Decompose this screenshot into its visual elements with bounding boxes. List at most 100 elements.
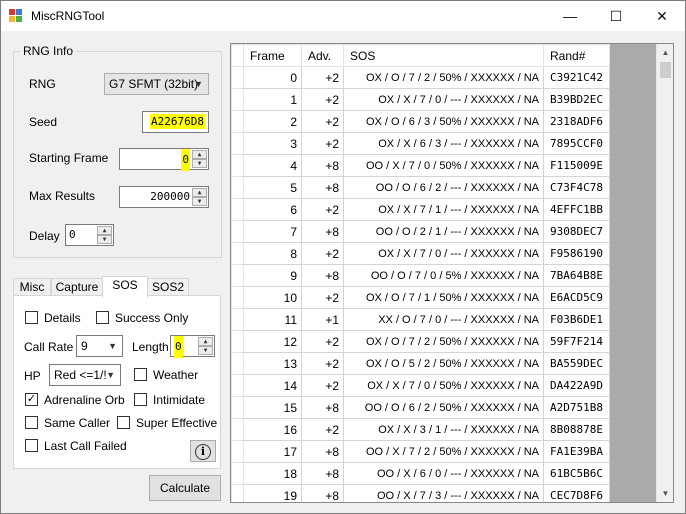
adv-cell[interactable]: +8 xyxy=(301,462,344,485)
rand-cell[interactable]: 9308DEC7 xyxy=(543,220,610,243)
adv-cell[interactable]: +2 xyxy=(301,88,344,111)
row-header-cell[interactable] xyxy=(231,440,244,463)
row-header-cell[interactable] xyxy=(231,418,244,441)
spin-up-icon[interactable]: ▲ xyxy=(198,337,213,346)
row-header-cell[interactable] xyxy=(231,242,244,265)
details-checkbox[interactable] xyxy=(25,311,38,324)
frame-cell[interactable]: 1 xyxy=(243,88,302,111)
row-header-cell[interactable] xyxy=(231,154,244,177)
frame-cell[interactable]: 7 xyxy=(243,220,302,243)
table-row[interactable]: 15 +8 OO / O / 6 / 2 / 50% / XXXXXX / NA A2… xyxy=(231,396,610,419)
table-row[interactable]: 10 +2 OX / O / 7 / 1 / 50% / XXXXXX / NA E6… xyxy=(231,286,610,309)
table-row[interactable]: 13 +2 OX / O / 5 / 2 / 50% / XXXXXX / NA BA… xyxy=(231,352,610,375)
rand-cell[interactable]: 59F7F214 xyxy=(543,330,610,353)
spin-down-icon[interactable]: ▼ xyxy=(192,159,207,168)
frame-cell[interactable]: 2 xyxy=(243,110,302,133)
table-row[interactable]: 7 +8 OO / O / 2 / 1 / --- / XXXXXX / NA 930… xyxy=(231,220,610,243)
adv-cell[interactable]: +2 xyxy=(301,242,344,265)
adv-cell[interactable]: +8 xyxy=(301,154,344,177)
table-row[interactable]: 17 +8 OO / X / 7 / 2 / 50% / XXXXXX / NA FA… xyxy=(231,440,610,463)
column-header-rand[interactable]: Rand# xyxy=(543,44,610,67)
row-header-cell[interactable] xyxy=(231,308,244,331)
rng-select[interactable]: G7 SFMT (32bit) ▼ xyxy=(104,73,209,95)
sos-cell[interactable]: OX / X / 3 / 1 / --- / XXXXXX / NA xyxy=(343,418,544,441)
frame-cell[interactable]: 8 xyxy=(243,242,302,265)
rand-cell[interactable]: 61BC5B6C xyxy=(543,462,610,485)
sos-cell[interactable]: OO / X / 6 / 0 / --- / XXXXXX / NA xyxy=(343,462,544,485)
table-row[interactable]: 5 +8 OO / O / 6 / 2 / --- / XXXXXX / NA C73… xyxy=(231,176,610,199)
adv-cell[interactable]: +8 xyxy=(301,176,344,199)
rand-cell[interactable]: F9586190 xyxy=(543,242,610,265)
table-row[interactable]: 1 +2 OX / X / 7 / 0 / --- / XXXXXX / NA B39… xyxy=(231,88,610,111)
success-only-label[interactable]: Success Only xyxy=(115,311,188,325)
rand-cell[interactable]: F03B6DE1 xyxy=(543,308,610,331)
rand-cell[interactable]: E6ACD5C9 xyxy=(543,286,610,309)
rand-cell[interactable]: BA559DEC xyxy=(543,352,610,375)
frame-cell[interactable]: 4 xyxy=(243,154,302,177)
sos-cell[interactable]: OO / O / 2 / 1 / --- / XXXXXX / NA xyxy=(343,220,544,243)
super-effective-label[interactable]: Super Effective xyxy=(136,416,217,430)
weather-checkbox[interactable] xyxy=(134,368,147,381)
seed-input[interactable]: A22676D8 xyxy=(142,111,209,133)
column-header-frame[interactable]: Frame xyxy=(243,44,302,67)
rand-cell[interactable]: 7895CCF0 xyxy=(543,132,610,155)
sos-cell[interactable]: OO / X / 7 / 2 / 50% / XXXXXX / NA xyxy=(343,440,544,463)
close-button[interactable]: ✕ xyxy=(639,1,685,31)
sos-cell[interactable]: OX / O / 5 / 2 / 50% / XXXXXX / NA xyxy=(343,352,544,375)
frame-cell[interactable]: 9 xyxy=(243,264,302,287)
row-header-cell[interactable] xyxy=(231,88,244,111)
adv-cell[interactable]: +2 xyxy=(301,132,344,155)
adv-cell[interactable]: +1 xyxy=(301,308,344,331)
table-row[interactable]: 4 +8 OO / X / 7 / 0 / 50% / XXXXXX / NA F11… xyxy=(231,154,610,177)
minimize-button[interactable]: — xyxy=(547,1,593,31)
details-label[interactable]: Details xyxy=(44,311,81,325)
last-call-failed-label[interactable]: Last Call Failed xyxy=(44,439,127,453)
sos-cell[interactable]: OX / O / 7 / 2 / 50% / XXXXXX / NA xyxy=(343,66,544,89)
sos-cell[interactable]: OX / X / 6 / 3 / --- / XXXXXX / NA xyxy=(343,132,544,155)
max-results-input[interactable]: 200000 ▲ ▼ xyxy=(119,186,209,208)
table-row[interactable]: 6 +2 OX / X / 7 / 1 / --- / XXXXXX / NA 4EF… xyxy=(231,198,610,221)
row-header-cell[interactable] xyxy=(231,462,244,485)
sos-cell[interactable]: OX / X / 7 / 0 / --- / XXXXXX / NA xyxy=(343,88,544,111)
frame-cell[interactable]: 11 xyxy=(243,308,302,331)
calculate-button[interactable]: Calculate xyxy=(149,475,221,501)
last-call-failed-checkbox[interactable] xyxy=(25,439,38,452)
rand-cell[interactable]: B39BD2EC xyxy=(543,88,610,111)
sos-cell[interactable]: OO / O / 6 / 2 / --- / XXXXXX / NA xyxy=(343,176,544,199)
table-row[interactable]: 9 +8 OO / O / 7 / 0 / 5% / XXXXXX / NA 7BA6… xyxy=(231,264,610,287)
rand-cell[interactable]: 7BA64B8E xyxy=(543,264,610,287)
results-grid[interactable]: Frame Adv. SOS Rand# 0 +2 OX / O / 7 / 2 /… xyxy=(230,43,674,503)
success-only-checkbox[interactable] xyxy=(96,311,109,324)
adv-cell[interactable]: +2 xyxy=(301,286,344,309)
table-row[interactable]: 8 +2 OX / X / 7 / 0 / --- / XXXXXX / NA F95… xyxy=(231,242,610,265)
starting-frame-input[interactable]: 0 ▲ ▼ xyxy=(119,148,209,171)
sos-cell[interactable]: OX / O / 7 / 2 / 50% / XXXXXX / NA xyxy=(343,330,544,353)
adv-cell[interactable]: +2 xyxy=(301,198,344,221)
starting-frame-spinner[interactable]: ▲ ▼ xyxy=(192,150,207,168)
sos-cell[interactable]: OO / X / 7 / 3 / --- / XXXXXX / NA xyxy=(343,484,544,502)
adv-cell[interactable]: +2 xyxy=(301,374,344,397)
row-header-cell[interactable] xyxy=(231,198,244,221)
row-header-cell[interactable] xyxy=(231,66,244,89)
rand-cell[interactable]: 2318ADF6 xyxy=(543,110,610,133)
rand-cell[interactable]: CEC7D8F6 xyxy=(543,484,610,502)
row-header-cell[interactable] xyxy=(231,330,244,353)
sos-cell[interactable]: OX / X / 7 / 0 / 50% / XXXXXX / NA xyxy=(343,374,544,397)
rand-cell[interactable]: 4EFFC1BB xyxy=(543,198,610,221)
sos-cell[interactable]: OO / O / 6 / 2 / 50% / XXXXXX / NA xyxy=(343,396,544,419)
length-spinner[interactable]: ▲ ▼ xyxy=(198,337,213,355)
table-row[interactable]: 11 +1 XX / O / 7 / 0 / --- / XXXXXX / NA F0… xyxy=(231,308,610,331)
rand-cell[interactable]: DA422A9D xyxy=(543,374,610,397)
frame-cell[interactable]: 18 xyxy=(243,462,302,485)
frame-cell[interactable]: 6 xyxy=(243,198,302,221)
call-rate-select[interactable]: 9 ▼ xyxy=(76,335,123,357)
sos-cell[interactable]: OX / X / 7 / 1 / --- / XXXXXX / NA xyxy=(343,198,544,221)
frame-cell[interactable]: 10 xyxy=(243,286,302,309)
row-header-cell[interactable] xyxy=(231,132,244,155)
row-header-cell[interactable] xyxy=(231,484,244,502)
frame-cell[interactable]: 0 xyxy=(243,66,302,89)
rand-cell[interactable]: A2D751B8 xyxy=(543,396,610,419)
column-header-adv[interactable]: Adv. xyxy=(301,44,344,67)
hp-select[interactable]: Red <=1/! ▼ xyxy=(49,364,121,386)
spin-up-icon[interactable]: ▲ xyxy=(97,226,112,235)
